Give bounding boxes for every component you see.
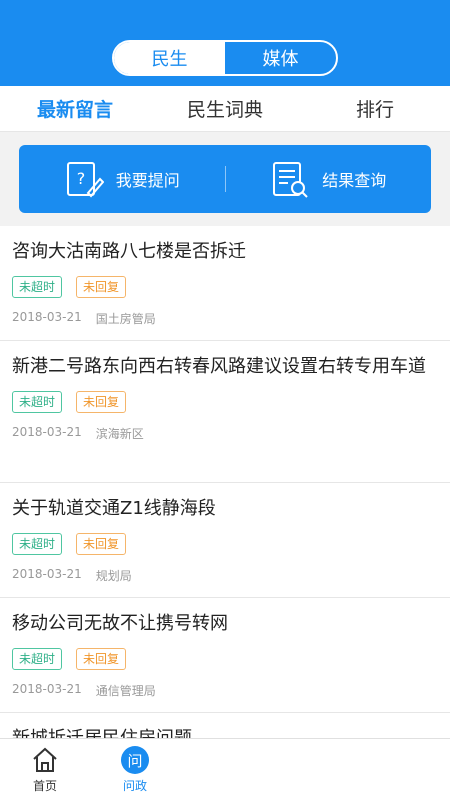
tabbar-item-4[interactable] xyxy=(270,739,360,800)
tabbar-item-3[interactable] xyxy=(180,739,270,800)
segment-meiti[interactable]: 媒体 xyxy=(225,42,336,74)
status-badge-timeout: 未超时 xyxy=(12,276,63,298)
item-meta: 2018-03-21 国土房管局 xyxy=(12,310,438,328)
item-tags: 未超时 未回复 xyxy=(12,533,438,555)
status-badge-reply: 未回复 xyxy=(76,276,127,298)
ask-question-button[interactable]: ? 我要提问 xyxy=(19,159,225,199)
list-item[interactable]: 新城拆迁居民住房问题 xyxy=(0,713,450,738)
svg-text:?: ? xyxy=(76,169,85,188)
home-icon xyxy=(31,745,59,775)
item-title: 新港二号路东向西右转春风路建议设置右转专用车道 xyxy=(12,356,426,377)
item-department: 国土房管局 xyxy=(95,312,156,326)
item-date: 2018-03-21 xyxy=(12,567,82,581)
item-title: 咨询大沽南路八七楼是否拆迁 xyxy=(12,241,246,262)
tab-dictionary[interactable]: 民生词典 xyxy=(150,86,300,131)
result-query-icon xyxy=(273,162,308,198)
ask-question-label: 我要提问 xyxy=(115,171,180,190)
list-item[interactable]: 新港二号路东向西右转春风路建议设置右转专用车道 未超时 未回复 2018-03-… xyxy=(0,341,450,483)
wenzheng-icon-char: 问 xyxy=(121,746,149,774)
segment-minsheng[interactable]: 民生 xyxy=(114,42,225,74)
wenzheng-icon: 问 xyxy=(121,745,149,775)
tab-bar-top: 最新留言 民生词典 排行 xyxy=(0,86,450,132)
action-bar: ? 我要提问 结果查询 xyxy=(19,145,431,213)
item-date: 2018-03-21 xyxy=(12,425,82,439)
tabbar-home[interactable]: 首页 xyxy=(0,739,90,800)
ask-question-icon: ? xyxy=(66,162,104,198)
status-badge-timeout: 未超时 xyxy=(12,648,63,670)
item-title: 新城拆迁居民住房问题 xyxy=(12,725,438,738)
tab-latest-messages[interactable]: 最新留言 xyxy=(0,86,150,131)
status-badge-reply: 未回复 xyxy=(76,391,127,413)
tabbar-item-5[interactable] xyxy=(360,739,450,800)
tabbar-home-label: 首页 xyxy=(32,779,57,793)
result-query-button[interactable]: 结果查询 xyxy=(226,159,432,199)
item-tags: 未超时 未回复 xyxy=(12,276,438,298)
list-item[interactable]: 咨询大沽南路八七楼是否拆迁 未超时 未回复 2018-03-21 国土房管局 xyxy=(0,226,450,341)
status-badge-reply: 未回复 xyxy=(76,533,127,555)
result-query-label: 结果查询 xyxy=(322,171,387,190)
item-date: 2018-03-21 xyxy=(12,310,82,324)
tab-ranking[interactable]: 排行 xyxy=(300,86,450,131)
status-badge-timeout: 未超时 xyxy=(12,391,63,413)
tabbar-wenzheng-label: 问政 xyxy=(122,779,147,793)
tabbar-wenzheng[interactable]: 问 问政 xyxy=(90,739,180,800)
item-tags: 未超时 未回复 xyxy=(12,648,438,670)
item-meta: 2018-03-21 通信管理局 xyxy=(12,682,438,700)
message-list: 咨询大沽南路八七楼是否拆迁 未超时 未回复 2018-03-21 国土房管局 新… xyxy=(0,226,450,738)
item-department: 滨海新区 xyxy=(95,427,144,441)
status-badge-reply: 未回复 xyxy=(76,648,127,670)
top-header: 民生 媒体 xyxy=(0,0,450,86)
item-tags: 未超时 未回复 xyxy=(12,391,438,413)
item-department: 规划局 xyxy=(95,569,132,583)
list-item[interactable]: 移动公司无故不让携号转网 未超时 未回复 2018-03-21 通信管理局 xyxy=(0,598,450,713)
item-department: 通信管理局 xyxy=(95,684,156,698)
segment-switch: 民生 媒体 xyxy=(112,40,338,76)
item-meta: 2018-03-21 规划局 xyxy=(12,567,438,585)
item-title: 关于轨道交通Z1线静海段 xyxy=(12,498,216,519)
list-item[interactable]: 关于轨道交通Z1线静海段 未超时 未回复 2018-03-21 规划局 xyxy=(0,483,450,598)
item-meta: 2018-03-21 滨海新区 xyxy=(12,425,438,443)
item-date: 2018-03-21 xyxy=(12,682,82,696)
bottom-tab-bar: 首页 问 问政 xyxy=(0,738,450,800)
status-badge-timeout: 未超时 xyxy=(12,533,63,555)
item-title: 移动公司无故不让携号转网 xyxy=(12,613,228,634)
